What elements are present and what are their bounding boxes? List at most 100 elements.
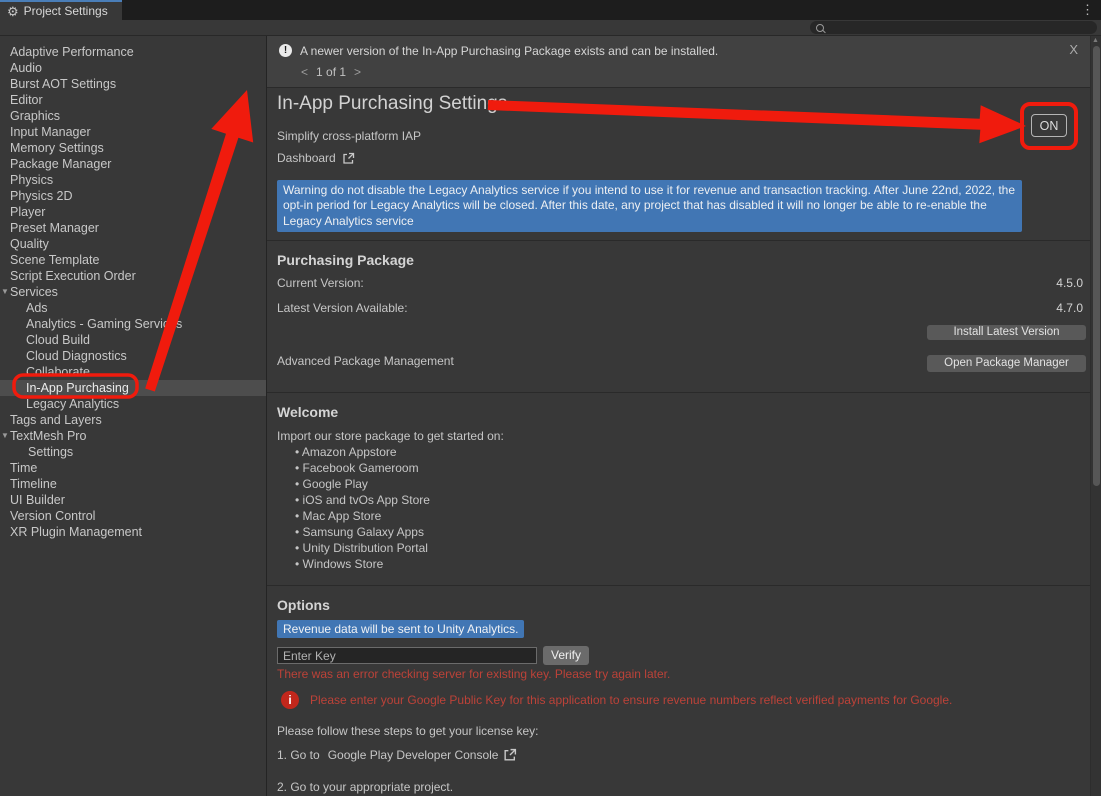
current-version-value: 4.5.0 xyxy=(1056,276,1083,290)
settings-sidebar: Adaptive PerformanceAudioBurst AOT Setti… xyxy=(0,36,267,796)
service-on-toggle[interactable]: ON xyxy=(1031,114,1067,137)
legacy-analytics-warning: Warning do not disable the Legacy Analyt… xyxy=(277,180,1022,232)
options-heading: Options xyxy=(277,597,330,613)
sidebar-item-player[interactable]: Player xyxy=(0,204,266,220)
sidebar-item-preset-manager[interactable]: Preset Manager xyxy=(0,220,266,236)
sidebar-item-ads[interactable]: Ads xyxy=(0,300,266,316)
sidebar-item-physics[interactable]: Physics xyxy=(0,172,266,188)
scrollbar-thumb[interactable] xyxy=(1093,46,1100,486)
store-list-item: Mac App Store xyxy=(295,508,430,524)
sidebar-item-physics-2d[interactable]: Physics 2D xyxy=(0,188,266,204)
sidebar-item-label: Graphics xyxy=(10,109,60,123)
sidebar-item-label: UI Builder xyxy=(10,493,65,507)
advanced-package-label: Advanced Package Management xyxy=(277,354,454,368)
tab-strip: ⚙ Project Settings ⋮ xyxy=(0,0,1101,20)
sidebar-item-memory-settings[interactable]: Memory Settings xyxy=(0,140,266,156)
sidebar-item-input-manager[interactable]: Input Manager xyxy=(0,124,266,140)
open-package-manager-button[interactable]: Open Package Manager xyxy=(927,355,1086,372)
welcome-intro: Import our store package to get started … xyxy=(277,429,504,443)
verify-button[interactable]: Verify xyxy=(543,646,589,665)
store-list: Amazon AppstoreFacebook GameroomGoogle P… xyxy=(295,444,430,572)
sidebar-item-quality[interactable]: Quality xyxy=(0,236,266,252)
pager-prev-button[interactable]: < xyxy=(301,65,308,79)
sidebar-item-package-manager[interactable]: Package Manager xyxy=(0,156,266,172)
google-key-error-text: Please enter your Google Public Key for … xyxy=(310,693,952,707)
sidebar-item-cloud-diagnostics[interactable]: Cloud Diagnostics xyxy=(0,348,266,364)
sidebar-item-adaptive-performance[interactable]: Adaptive Performance xyxy=(0,44,266,60)
separator xyxy=(267,240,1090,241)
sidebar-item-label: Script Execution Order xyxy=(10,269,136,283)
sidebar-item-burst-aot-settings[interactable]: Burst AOT Settings xyxy=(0,76,266,92)
sidebar-item-label: Timeline xyxy=(10,477,57,491)
store-list-item: Google Play xyxy=(295,476,430,492)
latest-version-label: Latest Version Available: xyxy=(277,301,408,315)
revenue-note: Revenue data will be sent to Unity Analy… xyxy=(277,620,524,638)
step-1-prefix: 1. Go to xyxy=(277,748,320,762)
sidebar-item-audio[interactable]: Audio xyxy=(0,60,266,76)
external-link-icon xyxy=(342,152,355,165)
kebab-menu-icon[interactable]: ⋮ xyxy=(1081,2,1094,18)
sidebar-item-scene-template[interactable]: Scene Template xyxy=(0,252,266,268)
sidebar-item-analytics-gaming-services[interactable]: Analytics - Gaming Services xyxy=(0,316,266,332)
toolbar xyxy=(0,20,1101,36)
sidebar-item-textmesh-pro[interactable]: ▼TextMesh Pro xyxy=(0,428,266,444)
tab-project-settings[interactable]: ⚙ Project Settings xyxy=(0,0,122,20)
dashboard-link[interactable]: Dashboard xyxy=(277,151,355,165)
sidebar-item-xr-plugin-management[interactable]: XR Plugin Management xyxy=(0,524,266,540)
sidebar-item-label: TextMesh Pro xyxy=(10,429,86,443)
sidebar-item-label: In-App Purchasing xyxy=(26,381,129,395)
tab-title: Project Settings xyxy=(24,4,108,18)
current-version-label: Current Version: xyxy=(277,276,364,290)
sidebar-item-settings[interactable]: Settings xyxy=(0,444,266,460)
sidebar-item-version-control[interactable]: Version Control xyxy=(0,508,266,524)
external-link-icon[interactable] xyxy=(503,748,517,762)
step-2: 2. Go to your appropriate project. xyxy=(277,780,453,794)
sidebar-item-timeline[interactable]: Timeline xyxy=(0,476,266,492)
license-key-input[interactable] xyxy=(277,647,537,664)
store-list-item: Amazon Appstore xyxy=(295,444,430,460)
notification-banner: ! A newer version of the In-App Purchasi… xyxy=(267,36,1090,88)
banner-message: A newer version of the In-App Purchasing… xyxy=(300,44,718,58)
sidebar-item-label: Cloud Build xyxy=(26,333,90,347)
server-error-text: There was an error checking server for e… xyxy=(277,667,670,681)
main-panel: ! A newer version of the In-App Purchasi… xyxy=(267,36,1090,796)
separator xyxy=(267,585,1090,586)
sidebar-item-services[interactable]: ▼Services xyxy=(0,284,266,300)
sidebar-item-tags-and-layers[interactable]: Tags and Layers xyxy=(0,412,266,428)
store-list-item: iOS and tvOs App Store xyxy=(295,492,430,508)
separator xyxy=(267,392,1090,393)
sidebar-item-label: Editor xyxy=(10,93,43,107)
google-play-console-link[interactable]: Google Play Developer Console xyxy=(328,748,499,762)
page-title: In-App Purchasing Settings xyxy=(277,93,507,115)
search-input[interactable] xyxy=(828,21,1091,35)
sidebar-item-time[interactable]: Time xyxy=(0,460,266,476)
sidebar-item-label: Tags and Layers xyxy=(10,413,102,427)
scroll-up-icon[interactable]: ▲ xyxy=(1092,36,1099,46)
sidebar-item-editor[interactable]: Editor xyxy=(0,92,266,108)
store-list-item: Facebook Gameroom xyxy=(295,460,430,476)
sidebar-item-label: Burst AOT Settings xyxy=(10,77,116,91)
sidebar-item-graphics[interactable]: Graphics xyxy=(0,108,266,124)
store-list-item: Windows Store xyxy=(295,556,430,572)
sidebar-item-label: Collaborate xyxy=(26,365,90,379)
welcome-heading: Welcome xyxy=(277,404,338,420)
pager-label: 1 of 1 xyxy=(316,65,346,79)
sidebar-item-label: Physics xyxy=(10,173,53,187)
vertical-scrollbar[interactable]: ▲ xyxy=(1090,36,1101,796)
sidebar-item-cloud-build[interactable]: Cloud Build xyxy=(0,332,266,348)
pager-next-button[interactable]: > xyxy=(354,65,361,79)
sidebar-item-label: Memory Settings xyxy=(10,141,104,155)
foldout-arrow-icon[interactable]: ▼ xyxy=(1,284,9,300)
step-1: 1. Go to Google Play Developer Console xyxy=(277,748,517,762)
sidebar-item-collaborate[interactable]: Collaborate xyxy=(0,364,266,380)
sidebar-item-in-app-purchasing[interactable]: In-App Purchasing xyxy=(0,380,266,396)
close-icon[interactable]: X xyxy=(1069,42,1078,57)
sidebar-item-label: Cloud Diagnostics xyxy=(26,349,127,363)
search-box[interactable] xyxy=(810,21,1097,34)
sidebar-item-script-execution-order[interactable]: Script Execution Order xyxy=(0,268,266,284)
sidebar-item-ui-builder[interactable]: UI Builder xyxy=(0,492,266,508)
foldout-arrow-icon[interactable]: ▼ xyxy=(1,428,9,444)
sidebar-item-label: Physics 2D xyxy=(10,189,73,203)
sidebar-item-legacy-analytics[interactable]: Legacy Analytics xyxy=(0,396,266,412)
install-latest-version-button[interactable]: Install Latest Version xyxy=(927,325,1086,340)
